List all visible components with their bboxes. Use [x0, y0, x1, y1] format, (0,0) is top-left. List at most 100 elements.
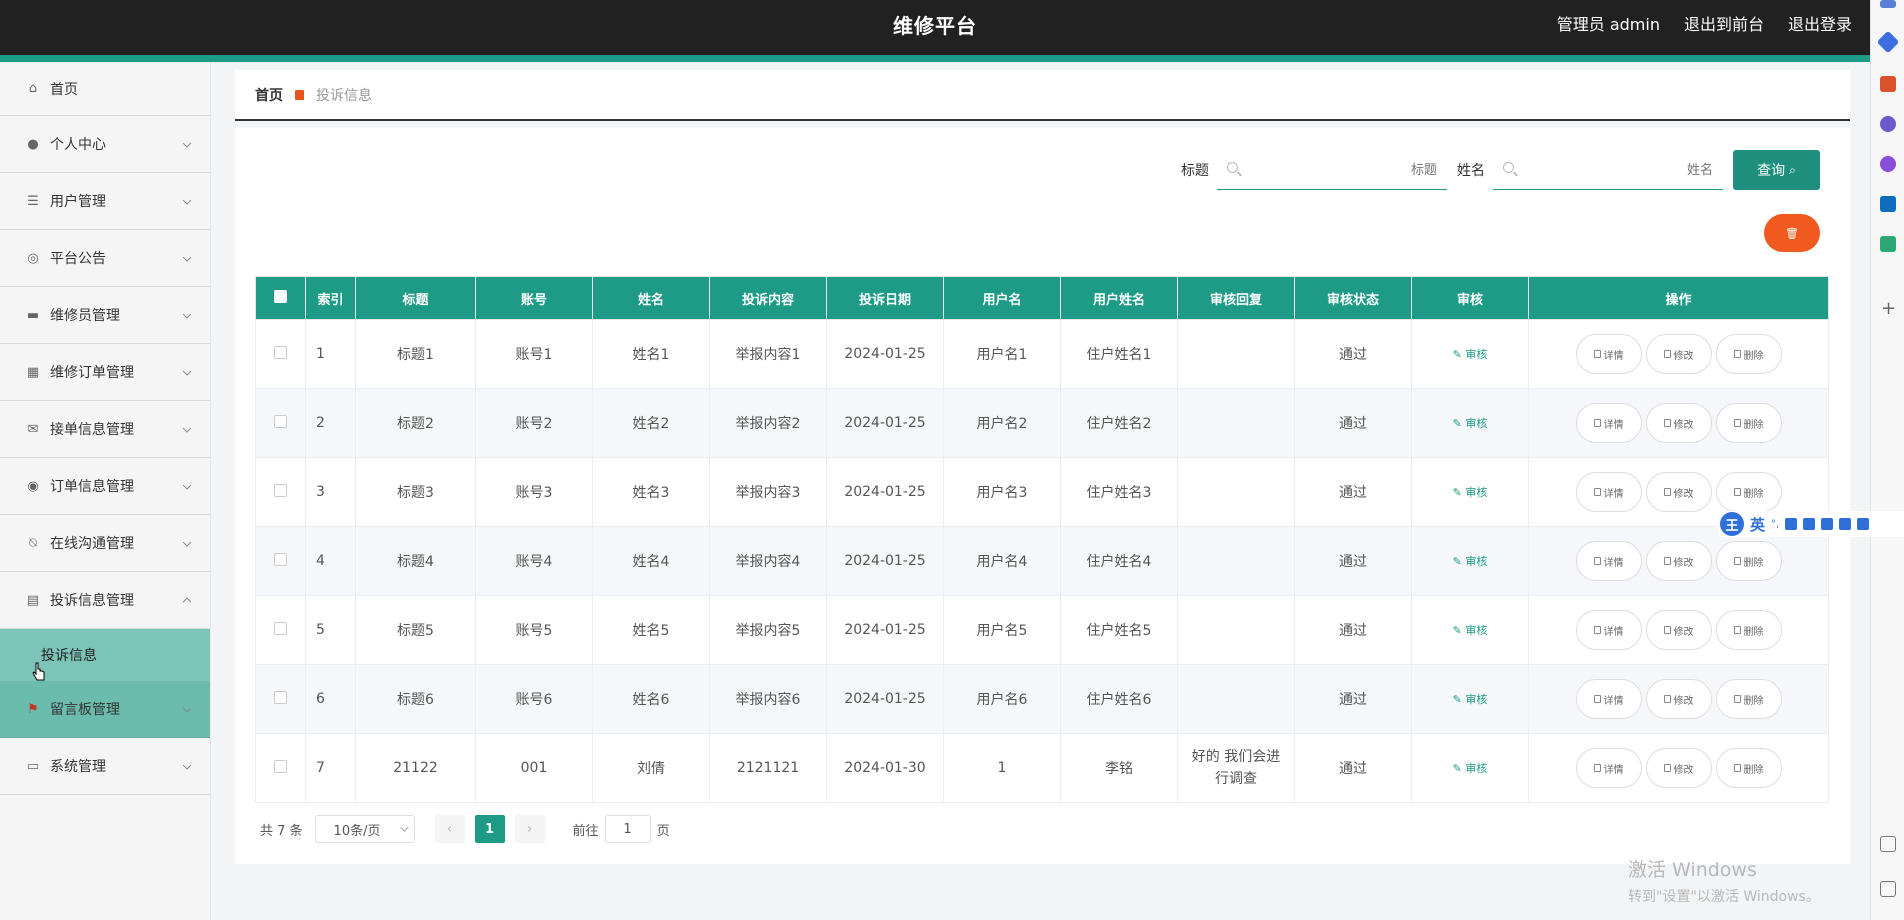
detail-button[interactable]: 详情: [1575, 472, 1642, 512]
delete-button[interactable]: 删除: [1715, 472, 1782, 512]
row-checkbox[interactable]: [274, 552, 287, 566]
chevron-down-icon: [182, 196, 192, 205]
column-header: 索引: [305, 276, 356, 320]
cell-content: 举报内容1: [709, 319, 827, 389]
delete-button[interactable]: 删除: [1715, 541, 1782, 581]
query-button[interactable]: 查询 ⌕: [1733, 150, 1820, 190]
sidebar-item-system[interactable]: ▭ 系统管理: [0, 738, 210, 795]
row-checkbox[interactable]: [274, 483, 287, 497]
delete-button[interactable]: 删除: [1715, 748, 1782, 788]
sidebar-item-home[interactable]: ⌂ 首页: [0, 62, 210, 116]
cell-user-fullname: 李铭: [1060, 733, 1178, 803]
audit-link[interactable]: ✎ 审核: [1453, 693, 1488, 706]
admin-label[interactable]: 管理员 admin: [1557, 11, 1660, 35]
add-icon[interactable]: +: [1881, 298, 1896, 319]
search-icon[interactable]: [1880, 0, 1896, 8]
row-checkbox[interactable]: [274, 414, 287, 428]
audit-link[interactable]: ✎ 审核: [1453, 555, 1488, 568]
name-search-input[interactable]: [1523, 158, 1713, 182]
logout-link[interactable]: 退出登录: [1788, 11, 1852, 35]
edit-button[interactable]: 修改: [1645, 679, 1712, 719]
office-icon[interactable]: [1880, 156, 1896, 172]
punctuation-icon[interactable]: °,: [1771, 519, 1779, 530]
detail-button[interactable]: 详情: [1575, 541, 1642, 581]
tag-icon[interactable]: [1876, 30, 1900, 54]
actions-cell: 详情 修改 删除: [1528, 733, 1829, 803]
edit-button[interactable]: 修改: [1645, 748, 1712, 788]
audit-link[interactable]: ✎ 审核: [1453, 762, 1488, 775]
audit-link[interactable]: ✎ 审核: [1453, 348, 1488, 361]
search-icon: ⌕: [1789, 162, 1796, 177]
prev-page-button[interactable]: ‹: [434, 815, 465, 843]
delete-button[interactable]: 删除: [1715, 679, 1782, 719]
edit-icon: ✎: [1452, 417, 1466, 430]
detail-button[interactable]: 详情: [1575, 403, 1642, 443]
delete-button[interactable]: 删除: [1715, 334, 1782, 374]
row-checkbox[interactable]: [274, 690, 287, 704]
right-taskbar: +: [1870, 0, 1904, 920]
outlook-icon[interactable]: [1880, 196, 1896, 212]
goto-page-input[interactable]: [604, 815, 651, 843]
cell-username: 用户名4: [943, 526, 1061, 596]
ime-language-toggle[interactable]: 英: [1750, 514, 1765, 535]
edit-button[interactable]: 修改: [1645, 472, 1712, 512]
skin-icon[interactable]: [1839, 518, 1852, 530]
person-icon[interactable]: [1880, 116, 1896, 132]
sidebar-item-complaints[interactable]: ▤ 投诉信息管理: [0, 572, 210, 629]
exit-to-front-link[interactable]: 退出到前台: [1684, 11, 1764, 35]
audit-link[interactable]: ✎ 审核: [1453, 624, 1488, 637]
ime-logo[interactable]: 王: [1720, 512, 1744, 536]
delete-button[interactable]: 删除: [1715, 403, 1782, 443]
detail-button[interactable]: 详情: [1575, 679, 1642, 719]
edit-button[interactable]: 修改: [1645, 541, 1712, 581]
edit-label: 修改: [1673, 350, 1694, 362]
select-all-checkbox[interactable]: [274, 289, 287, 303]
sidebar-item-online-chat[interactable]: ⍉ 在线沟通管理: [0, 515, 210, 572]
sidebar-item-user-management[interactable]: ☰ 用户管理: [0, 173, 210, 230]
sidebar-item-personal-center[interactable]: ● 个人中心: [0, 116, 210, 173]
sidebar-item-repair-orders[interactable]: ▦ 维修订单管理: [0, 344, 210, 401]
page-size-select[interactable]: 10条/页: [314, 815, 415, 843]
detail-button[interactable]: 详情: [1575, 748, 1642, 788]
batch-delete-button[interactable]: 🗑: [1764, 214, 1820, 252]
detail-button[interactable]: 详情: [1575, 610, 1642, 650]
row-select-cell: [255, 664, 306, 734]
scissors-icon[interactable]: [1803, 518, 1816, 530]
detail-button[interactable]: 详情: [1575, 334, 1642, 374]
cell-content: 举报内容2: [709, 388, 827, 458]
row-checkbox[interactable]: [274, 759, 287, 773]
audit-link[interactable]: ✎ 审核: [1453, 417, 1488, 430]
sidebar-item-accept-orders[interactable]: ✉ 接单信息管理: [0, 401, 210, 458]
row-checkbox[interactable]: [274, 621, 287, 635]
sidebar-item-message-board[interactable]: ⚑ 留言板管理: [0, 681, 210, 738]
send-icon[interactable]: [1880, 236, 1896, 252]
audit-link[interactable]: ✎ 审核: [1453, 486, 1488, 499]
edit-button[interactable]: 修改: [1645, 610, 1712, 650]
sidebar-item-order-info[interactable]: ◉ 订单信息管理: [0, 458, 210, 515]
detail-label: 详情: [1603, 419, 1624, 431]
delete-button[interactable]: 删除: [1715, 610, 1782, 650]
main-panel: 标题 姓名 查询 ⌕ 🗑 索引 标题 账号: [235, 128, 1850, 864]
external-link-icon[interactable]: [1880, 881, 1896, 897]
sidebar-item-repairman-management[interactable]: ▬ 维修员管理: [0, 287, 210, 344]
page-number-current[interactable]: 1: [474, 815, 505, 843]
sidebar-item-announcements[interactable]: ◎ 平台公告: [0, 230, 210, 287]
cell-account: 账号6: [475, 664, 593, 734]
chat-icon: ▭: [26, 758, 40, 774]
detail-label: 详情: [1603, 764, 1624, 776]
settings-icon[interactable]: [1857, 518, 1870, 530]
sidebar-item-label: 留言板管理: [50, 702, 120, 718]
toolbox-icon[interactable]: [1880, 76, 1896, 92]
chevron-down-icon: [399, 823, 409, 832]
next-page-button[interactable]: ›: [514, 815, 545, 843]
pen-icon[interactable]: [1785, 518, 1798, 530]
row-checkbox[interactable]: [274, 345, 287, 359]
breadcrumb-home[interactable]: 首页: [255, 85, 283, 105]
capture-icon[interactable]: [1880, 836, 1896, 852]
title-search-input[interactable]: [1247, 158, 1437, 182]
edit-button[interactable]: 修改: [1645, 334, 1712, 374]
edit-button[interactable]: 修改: [1645, 403, 1712, 443]
mouse-cursor-icon: [32, 662, 45, 681]
keyboard-icon[interactable]: [1821, 518, 1834, 530]
sidebar-item-label: 维修员管理: [50, 308, 120, 324]
